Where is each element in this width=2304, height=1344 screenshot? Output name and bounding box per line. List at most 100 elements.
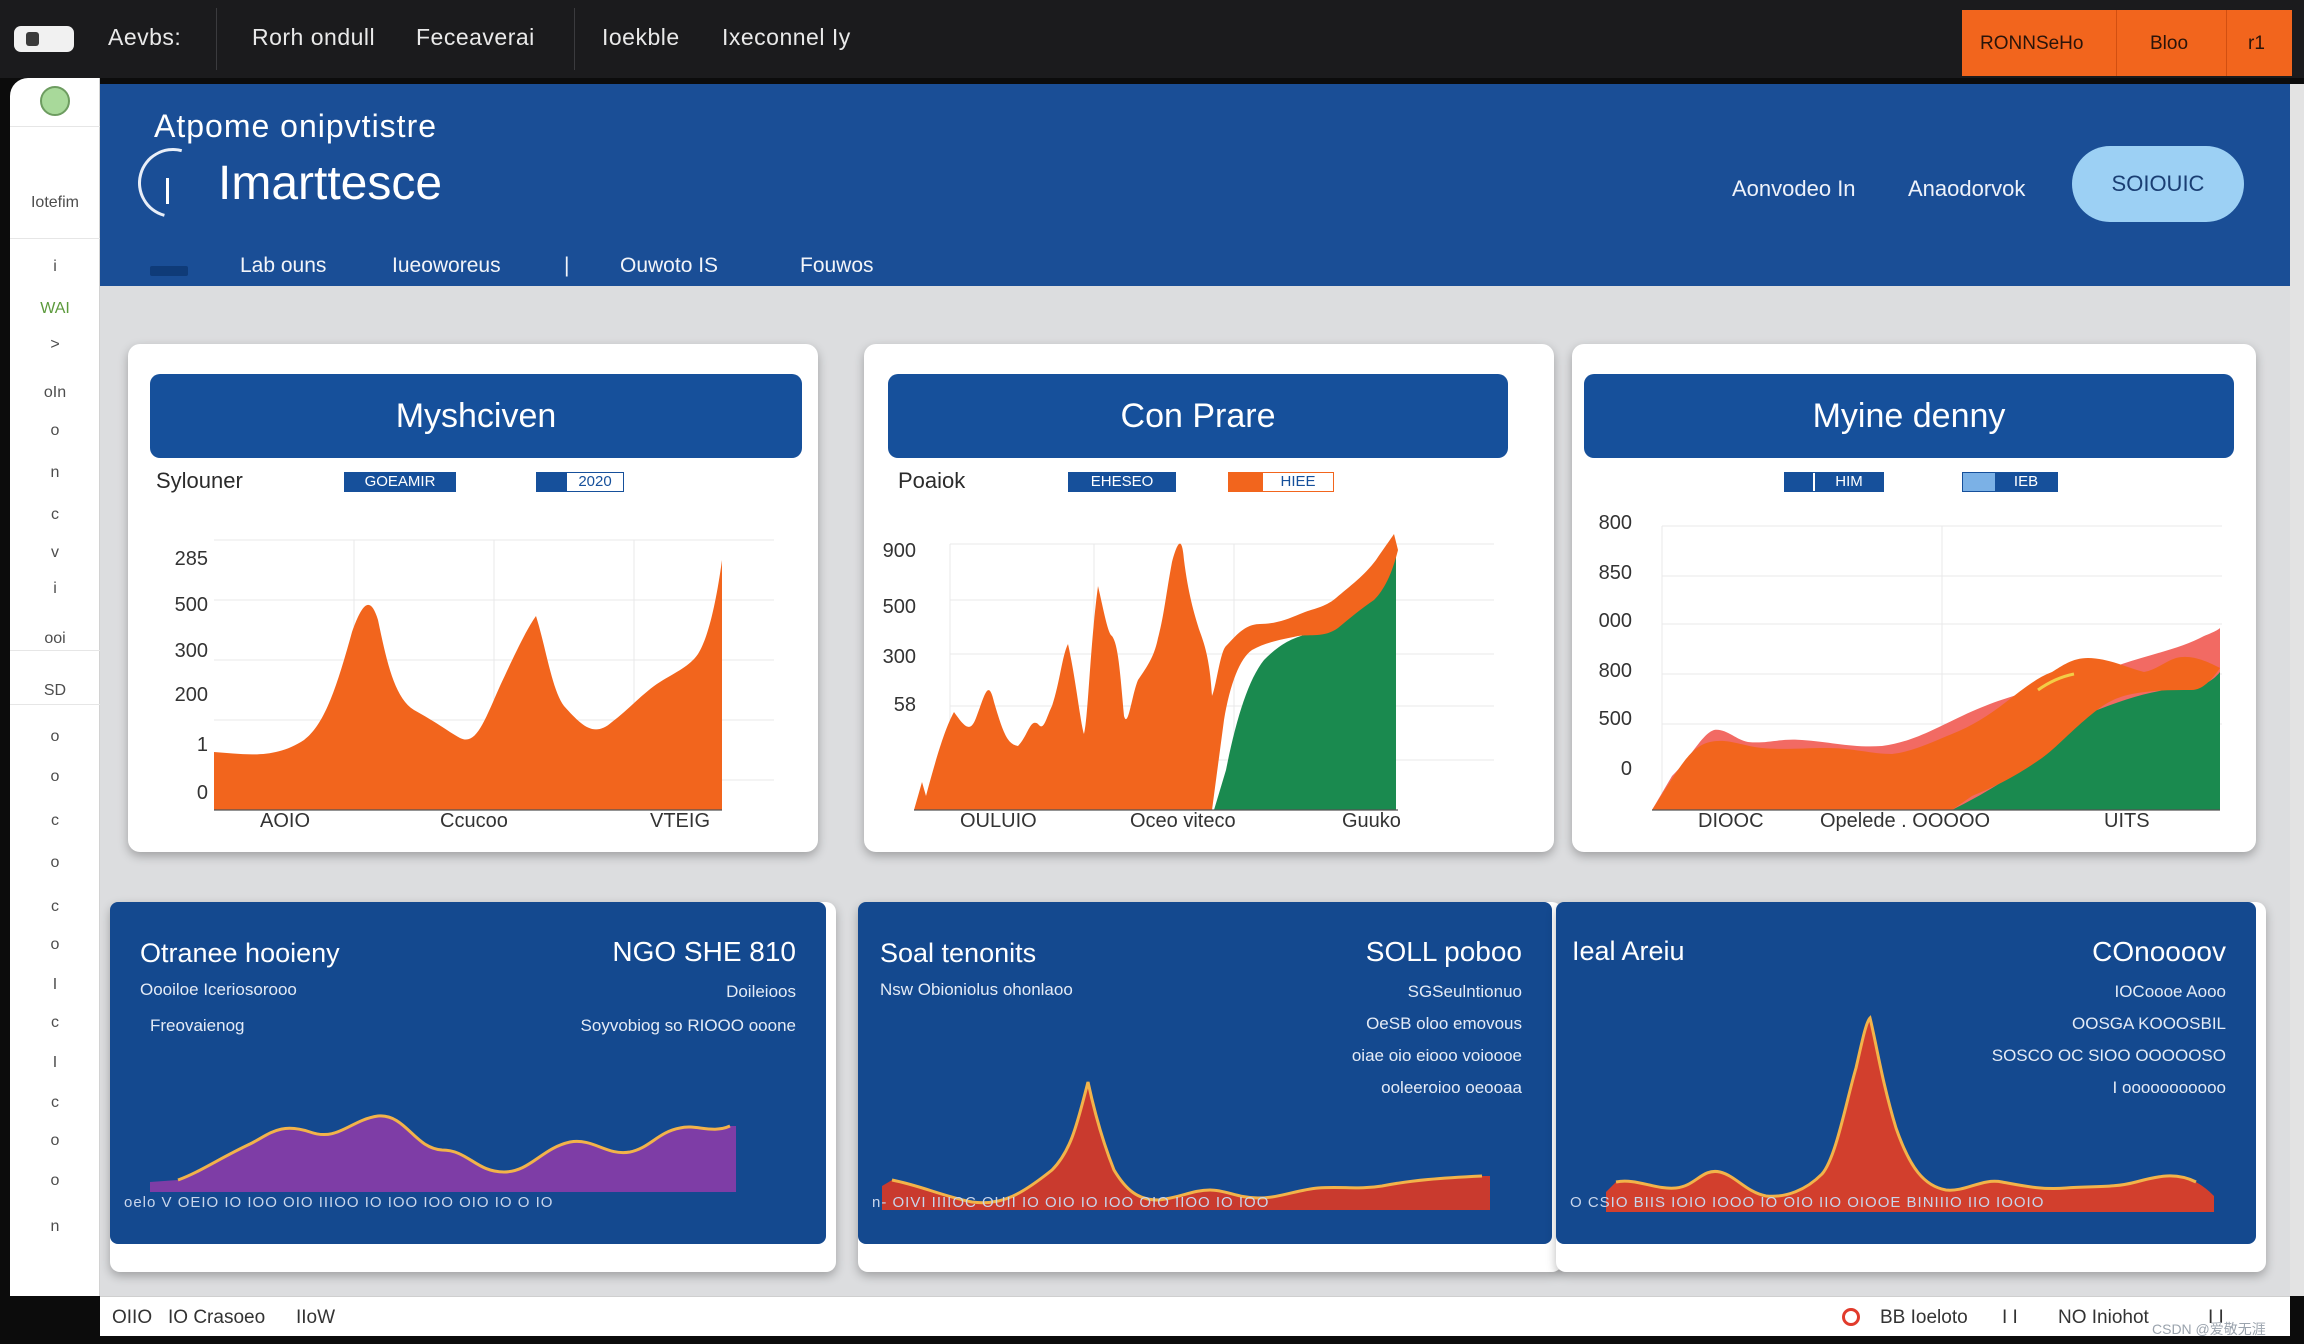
stat-subtitle-2: Freovaienog <box>150 1016 245 1035</box>
nav-link-1[interactable]: Aonvodeo In <box>1732 176 1856 202</box>
x-tick: UITS <box>2104 810 2150 832</box>
menu-item-1[interactable]: Rorh ondull <box>252 24 375 51</box>
tab-3[interactable]: Ouwoto IS <box>620 254 718 278</box>
tab-4[interactable]: Fouwos <box>800 254 874 278</box>
stat-footer: oelo V OEIO IO IOO OIO IIIOO IO IOO IOO … <box>124 1194 554 1211</box>
rail-item[interactable]: c <box>10 898 100 916</box>
tab-1[interactable]: Lab ouns <box>240 254 326 278</box>
y-tick: 500 <box>174 594 208 616</box>
stat-card-2: Soal tenonits SOLL poboo Nsw Obioniolus … <box>858 902 1562 1272</box>
app-logo-icon[interactable] <box>14 26 74 52</box>
card-title: Myshciven <box>150 374 802 458</box>
rail-item[interactable]: n <box>10 464 100 482</box>
rail-item[interactable]: o <box>10 422 100 440</box>
area-chart <box>1652 525 2222 811</box>
rail-item[interactable]: i <box>10 580 100 598</box>
rail-item[interactable]: v <box>10 544 100 562</box>
rail-item[interactable]: n <box>10 1218 100 1236</box>
x-tick: Ccucoo <box>440 810 508 832</box>
rail-item[interactable]: i <box>10 258 100 276</box>
divider <box>574 8 575 70</box>
x-tick: OULUIO <box>960 810 1037 832</box>
legend-item-1[interactable]: HIM <box>1784 472 1884 492</box>
chart-card-3: Myine denny HIM IEB 800 850 000 800 500 … <box>1572 344 2256 852</box>
rail-item[interactable]: I <box>10 976 100 994</box>
stat-value: COnoooov <box>2092 936 2226 967</box>
alert-icon[interactable] <box>1842 1308 1860 1326</box>
rail-item[interactable]: o <box>10 1132 100 1150</box>
legend-item-1[interactable]: GOEAMIR <box>344 472 456 492</box>
x-tick: VTEIG <box>650 810 711 832</box>
rail-item[interactable]: o <box>10 768 100 786</box>
y-tick: 200 <box>174 684 208 706</box>
rail-item[interactable]: I <box>10 1054 100 1072</box>
rail-item[interactable]: c <box>10 812 100 830</box>
header-cta-button[interactable]: SOIOUIC <box>2072 146 2244 222</box>
rail-item[interactable]: oIn <box>10 384 100 402</box>
y-tick: 500 <box>1598 708 1632 730</box>
stat-title: Soal tenonits <box>880 938 1037 968</box>
footer-item[interactable]: IO Crasoeo <box>168 1307 265 1329</box>
status-dot-icon[interactable] <box>40 86 70 116</box>
card-title: Con Prare <box>888 374 1508 458</box>
legend-item-2[interactable]: IEB <box>1962 472 2058 492</box>
footer-separator: I I <box>2002 1307 2018 1328</box>
x-tick: Oceo viteco <box>1130 810 1236 832</box>
legend-item-1[interactable]: EHESEO <box>1068 472 1176 492</box>
sparkline <box>150 1114 736 1192</box>
stat-title: Otranee hooieny <box>140 938 340 968</box>
rail-item[interactable]: c <box>10 1094 100 1112</box>
footer-item[interactable]: OIIO <box>112 1307 152 1329</box>
menu-item-3[interactable]: Ioekble <box>602 24 680 51</box>
y-tick: 0 <box>1620 758 1632 780</box>
tab-2[interactable]: Iueoworeus <box>392 254 501 278</box>
rail-item[interactable]: o <box>10 936 100 954</box>
rail-item[interactable]: WAI <box>10 300 100 318</box>
rail-item[interactable]: o <box>10 854 100 872</box>
action-button-2[interactable]: Bloo <box>2150 33 2188 55</box>
y-tick: 1 <box>196 734 208 756</box>
rail-item[interactable]: o <box>10 728 100 746</box>
app-title: Atpome onipvtistre <box>154 108 438 144</box>
y-tick: 800 <box>1598 660 1632 682</box>
menu-icon[interactable] <box>150 266 188 276</box>
rail-item[interactable]: SD <box>10 682 100 700</box>
page-title: Imarttesce <box>218 157 443 210</box>
legend-item-2[interactable]: 2020 <box>536 472 624 492</box>
stat-detail: Doileioos <box>726 982 796 1001</box>
stat-value: NGO SHE 810 <box>612 936 796 967</box>
menu-item-2[interactable]: Feceaverai <box>416 24 535 51</box>
rail-item[interactable]: o <box>10 1172 100 1190</box>
card-title: Myine denny <box>1584 374 2234 458</box>
watermark: CSDN @爱敬无涯 <box>2152 1321 2266 1337</box>
sparkline <box>882 1081 1490 1210</box>
purple-series-area <box>150 1115 736 1192</box>
right-scroll-strip[interactable] <box>2290 84 2304 1296</box>
y-tick: 58 <box>893 694 916 716</box>
y-tick: 850 <box>1598 562 1632 584</box>
orange-series-area <box>214 560 722 810</box>
stat-title: Ieal Areiu <box>1572 936 1685 966</box>
footer-item[interactable]: NO Iniohot <box>2058 1307 2149 1329</box>
rail-label: Iotefim <box>30 194 79 211</box>
app-name: Aevbs: <box>108 24 182 50</box>
footer-item[interactable]: IIoW <box>296 1307 335 1329</box>
rail-item[interactable]: c <box>10 1014 100 1032</box>
chart-card-1: Myshciven Sylouner GOEAMIR 2020 285 500 … <box>128 344 818 852</box>
x-tick: AOIO <box>260 810 311 832</box>
nav-link-2[interactable]: Anaodorvok <box>1908 176 2025 202</box>
action-button-3[interactable]: r1 <box>2248 33 2265 55</box>
red-series-area <box>882 1082 1490 1210</box>
action-button-1[interactable]: RONNSeHo <box>1980 33 2083 55</box>
stat-subtitle: Oooiloe Iceriosorooo <box>140 980 297 999</box>
rail-item[interactable]: c <box>10 506 100 524</box>
page-header: Atpome onipvtistre Imarttesce Aonvodeo I… <box>100 84 2290 286</box>
legend-item-2[interactable]: HIEE <box>1228 472 1334 492</box>
rail-item[interactable]: ooi <box>10 630 100 648</box>
card-subtitle: Sylouner <box>156 468 243 493</box>
sparkline <box>1606 1015 2214 1212</box>
rail-item[interactable]: > <box>10 336 100 354</box>
footer-item[interactable]: BB Ioeloto <box>1880 1307 1968 1329</box>
menu-item-4[interactable]: Ixeconnel Iy <box>722 24 851 51</box>
divider <box>216 8 217 70</box>
